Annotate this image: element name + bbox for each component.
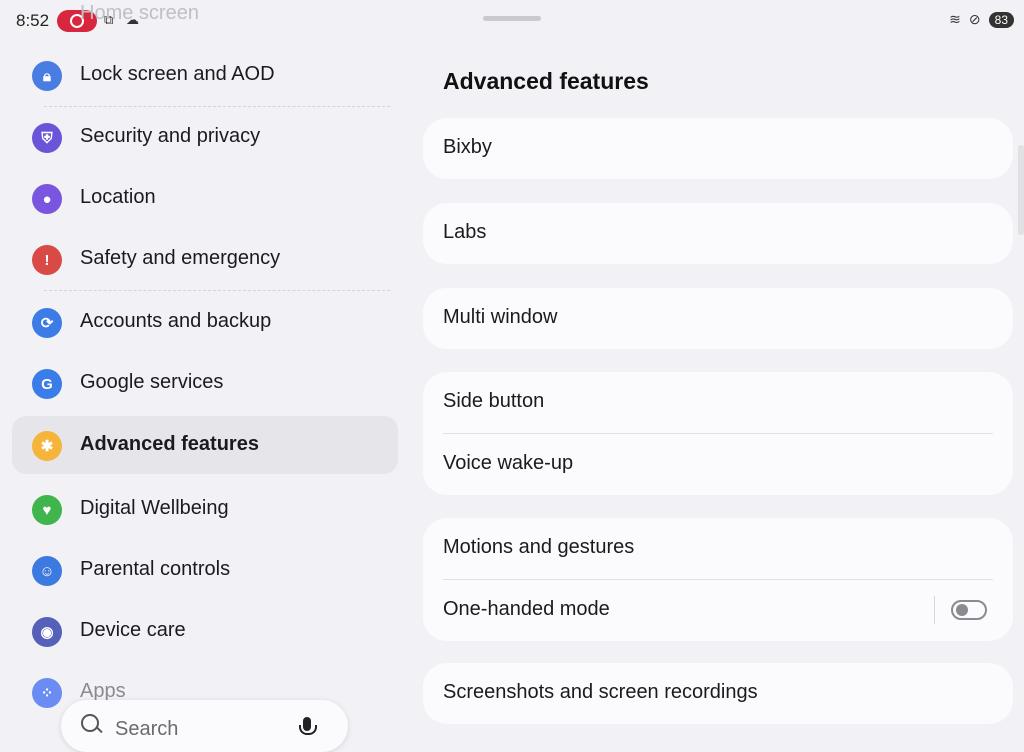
mic-icon[interactable] (299, 717, 317, 735)
settings-card: Side button Voice wake-up (423, 372, 1013, 495)
sidebar-item-advanced-features[interactable]: ✱ Advanced features (12, 416, 398, 474)
setting-label: Multi window (443, 306, 558, 328)
setting-row-motions-gestures[interactable]: Motions and gestures (423, 518, 1013, 579)
shield-icon: ⛨ (32, 123, 62, 153)
settings-card: Labs (423, 203, 1013, 264)
sidebar-item-lock-screen[interactable]: 🔒︎ Lock screen and AOD (12, 46, 398, 104)
sidebar-item-label: Device care (80, 619, 186, 641)
setting-label: Labs (443, 221, 487, 243)
one-handed-mode-toggle[interactable] (951, 600, 987, 620)
sidebar-item-label: Safety and emergency (80, 247, 281, 269)
setting-label: Bixby (443, 136, 492, 158)
sync-icon: ⟳ (32, 308, 62, 338)
sidebar-item-label: Lock screen and AOD (80, 63, 275, 85)
divider (44, 290, 390, 291)
status-time: 8:52 (16, 11, 50, 30)
sidebar-item-label: Google services (80, 371, 224, 393)
lock-icon: 🔒︎ (32, 61, 62, 91)
sidebar-item-safety[interactable]: ! Safety and emergency (12, 230, 398, 288)
search-icon (81, 714, 99, 732)
device-care-icon: ◉ (32, 617, 62, 647)
page-title: Advanced features (443, 68, 649, 94)
sidebar-item-device-care[interactable]: ◉ Device care (12, 602, 398, 660)
sidebar-item-label: Location (80, 186, 156, 208)
setting-row-multi-window[interactable]: Multi window (423, 288, 1013, 349)
drag-handle[interactable] (483, 16, 541, 21)
no-signal-icon: ⊘ (968, 11, 981, 27)
google-icon: G (32, 369, 62, 399)
sidebar-item-label: Advanced features (80, 433, 259, 455)
location-pin-icon: ● (32, 184, 62, 214)
apps-grid-icon: ⁘ (32, 678, 62, 708)
setting-label: Side button (443, 390, 545, 412)
settings-card: Bixby (423, 118, 1013, 179)
sidebar-item-security[interactable]: ⛨ Security and privacy (12, 108, 398, 166)
setting-row-side-button[interactable]: Side button (423, 372, 1013, 433)
toggle-divider (934, 596, 935, 624)
status-indicators: ≋ ⊘ 83 (949, 11, 1014, 28)
search-bar[interactable]: Search (61, 700, 348, 752)
sidebar-item-parental-controls[interactable]: ☺ Parental controls (12, 541, 398, 599)
sidebar-item-location[interactable]: ● Location (12, 169, 398, 227)
setting-row-screenshots[interactable]: Screenshots and screen recordings (423, 663, 1013, 724)
setting-row-voice-wake-up[interactable]: Voice wake-up (443, 433, 993, 495)
setting-row-bixby[interactable]: Bixby (423, 118, 1013, 179)
scrollbar[interactable] (1018, 145, 1024, 235)
settings-card: Motions and gestures One-handed mode (423, 518, 1013, 641)
sidebar-item-label: Security and privacy (80, 125, 261, 147)
wifi-icon: ≋ (949, 11, 961, 27)
setting-row-one-handed-mode[interactable]: One-handed mode (443, 579, 993, 641)
battery-indicator: 83 (988, 11, 1014, 28)
sidebar-item-accounts[interactable]: ⟳ Accounts and backup (12, 293, 398, 351)
sidebar-item-google[interactable]: G Google services (12, 354, 398, 412)
setting-label: One-handed mode (443, 598, 610, 620)
setting-label: Screenshots and screen recordings (443, 681, 758, 703)
sidebar-item-label: Accounts and backup (80, 310, 272, 332)
settings-card: Multi window (423, 288, 1013, 349)
gear-icon: ✱ (32, 431, 62, 461)
setting-label: Voice wake-up (443, 452, 574, 474)
settings-card: Screenshots and screen recordings (423, 663, 1013, 724)
heart-icon: ♥ (32, 495, 62, 525)
family-icon: ☺ (32, 556, 62, 586)
setting-label: Motions and gestures (443, 536, 635, 558)
divider (44, 106, 390, 107)
sidebar-item-label: Digital Wellbeing (80, 497, 229, 519)
ghost-item-label: Home screen (80, 2, 199, 24)
sidebar-item-label: Parental controls (80, 558, 231, 580)
sidebar-item-digital-wellbeing[interactable]: ♥ Digital Wellbeing (12, 480, 398, 538)
search-input[interactable]: Search (115, 718, 178, 741)
alert-icon: ! (32, 245, 62, 275)
setting-row-labs[interactable]: Labs (423, 203, 1013, 264)
